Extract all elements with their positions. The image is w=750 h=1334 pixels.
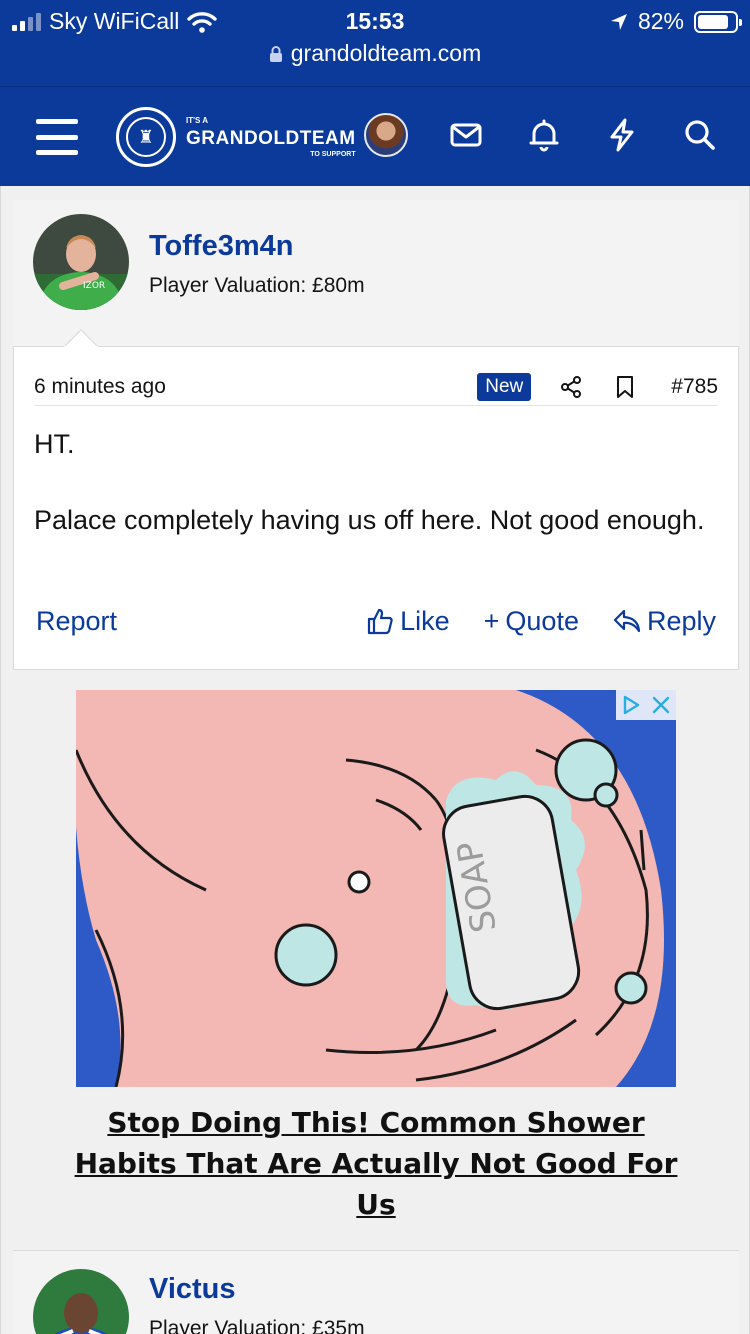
logo-bottom-text: TO SUPPORT <box>310 150 356 158</box>
bell-icon[interactable] <box>524 115 564 155</box>
username[interactable]: Toffe3m4n <box>149 230 293 263</box>
post-paragraph: Palace completely having us off here. No… <box>34 505 705 535</box>
post-time[interactable]: 6 minutes ago <box>34 375 477 399</box>
advertisement[interactable]: SOAP <box>76 690 676 1087</box>
status-right: 82% <box>610 8 742 35</box>
quote-button[interactable]: + Quote <box>484 606 579 637</box>
ad-headline-link[interactable]: Stop Doing This! Common Shower Habits Th… <box>61 1102 691 1225</box>
quote-label: Quote <box>505 605 579 636</box>
post-number[interactable]: #785 <box>671 375 718 399</box>
logo-main-text: GRANDOLDTEAM <box>186 127 356 149</box>
new-badge: New <box>477 373 532 401</box>
ad-choices-icon[interactable] <box>616 690 646 720</box>
lightning-icon[interactable] <box>602 115 642 155</box>
player-valuation: Player Valuation: £80m <box>149 274 365 297</box>
ad-image: SOAP <box>76 690 676 1087</box>
post-user-block: IZOR Toffe3m4n Player Valuation: £80m <box>13 200 739 348</box>
avatar[interactable]: IZOR <box>33 214 129 310</box>
reply-button[interactable]: Reply <box>613 606 716 637</box>
address-bar[interactable]: grandoldteam.com <box>0 40 750 67</box>
bookmark-icon[interactable] <box>615 375 639 399</box>
location-arrow-icon <box>610 13 627 30</box>
speech-arrow <box>64 329 98 347</box>
post-meta: 6 minutes ago New #785 <box>34 369 718 405</box>
status-bar: Sky WiFiCall 15:53 82% <box>0 6 750 36</box>
user-avatar[interactable] <box>364 113 408 157</box>
like-button[interactable]: Like <box>366 606 450 637</box>
post-card: 6 minutes ago New #785 HT. Palace comple… <box>13 329 739 670</box>
battery-icon <box>694 10 742 33</box>
site-logo[interactable]: ♜ IT'S A GRANDOLDTEAM TO SUPPORT <box>116 107 356 167</box>
menu-icon[interactable] <box>36 119 78 155</box>
site-header: ♜ IT'S A GRANDOLDTEAM TO SUPPORT <box>0 86 750 186</box>
logo-top-text: IT'S A <box>186 115 209 125</box>
reply-icon <box>613 609 641 633</box>
browser-top-bar: Sky WiFiCall 15:53 82% grandoldteam.com <box>0 0 750 86</box>
player-photo <box>33 1269 129 1334</box>
post-user-block: Victus Player Valuation: £35m <box>13 1250 739 1334</box>
plus-icon: + <box>483 605 500 636</box>
thumbs-up-icon <box>367 608 393 635</box>
post-actions: Report Like + Quote Reply <box>36 601 716 641</box>
player-photo: IZOR <box>33 214 129 310</box>
post-body: HT. Palace completely having us off here… <box>34 425 708 577</box>
post-paragraph: HT. <box>34 429 75 459</box>
player-valuation: Player Valuation: £35m <box>149 1317 365 1334</box>
crest-icon: ♜ <box>116 107 176 167</box>
svg-text:IZOR: IZOR <box>83 281 105 291</box>
reply-label: Reply <box>646 605 716 636</box>
thread-content: IZOR Toffe3m4n Player Valuation: £80m 6 … <box>0 186 750 1334</box>
meta-divider <box>34 405 718 406</box>
avatar[interactable] <box>33 1269 129 1334</box>
ad-close-icon[interactable] <box>646 690 676 720</box>
like-label: Like <box>400 605 450 636</box>
username[interactable]: Victus <box>149 1273 236 1306</box>
report-link[interactable]: Report <box>36 606 332 637</box>
lock-icon <box>269 45 282 62</box>
ad-choices-badge[interactable] <box>616 690 676 720</box>
battery-percent: 82% <box>637 8 684 34</box>
mail-icon[interactable] <box>446 115 486 155</box>
search-icon[interactable] <box>680 115 720 155</box>
url-text: grandoldteam.com <box>290 40 482 66</box>
share-icon[interactable] <box>559 375 583 399</box>
